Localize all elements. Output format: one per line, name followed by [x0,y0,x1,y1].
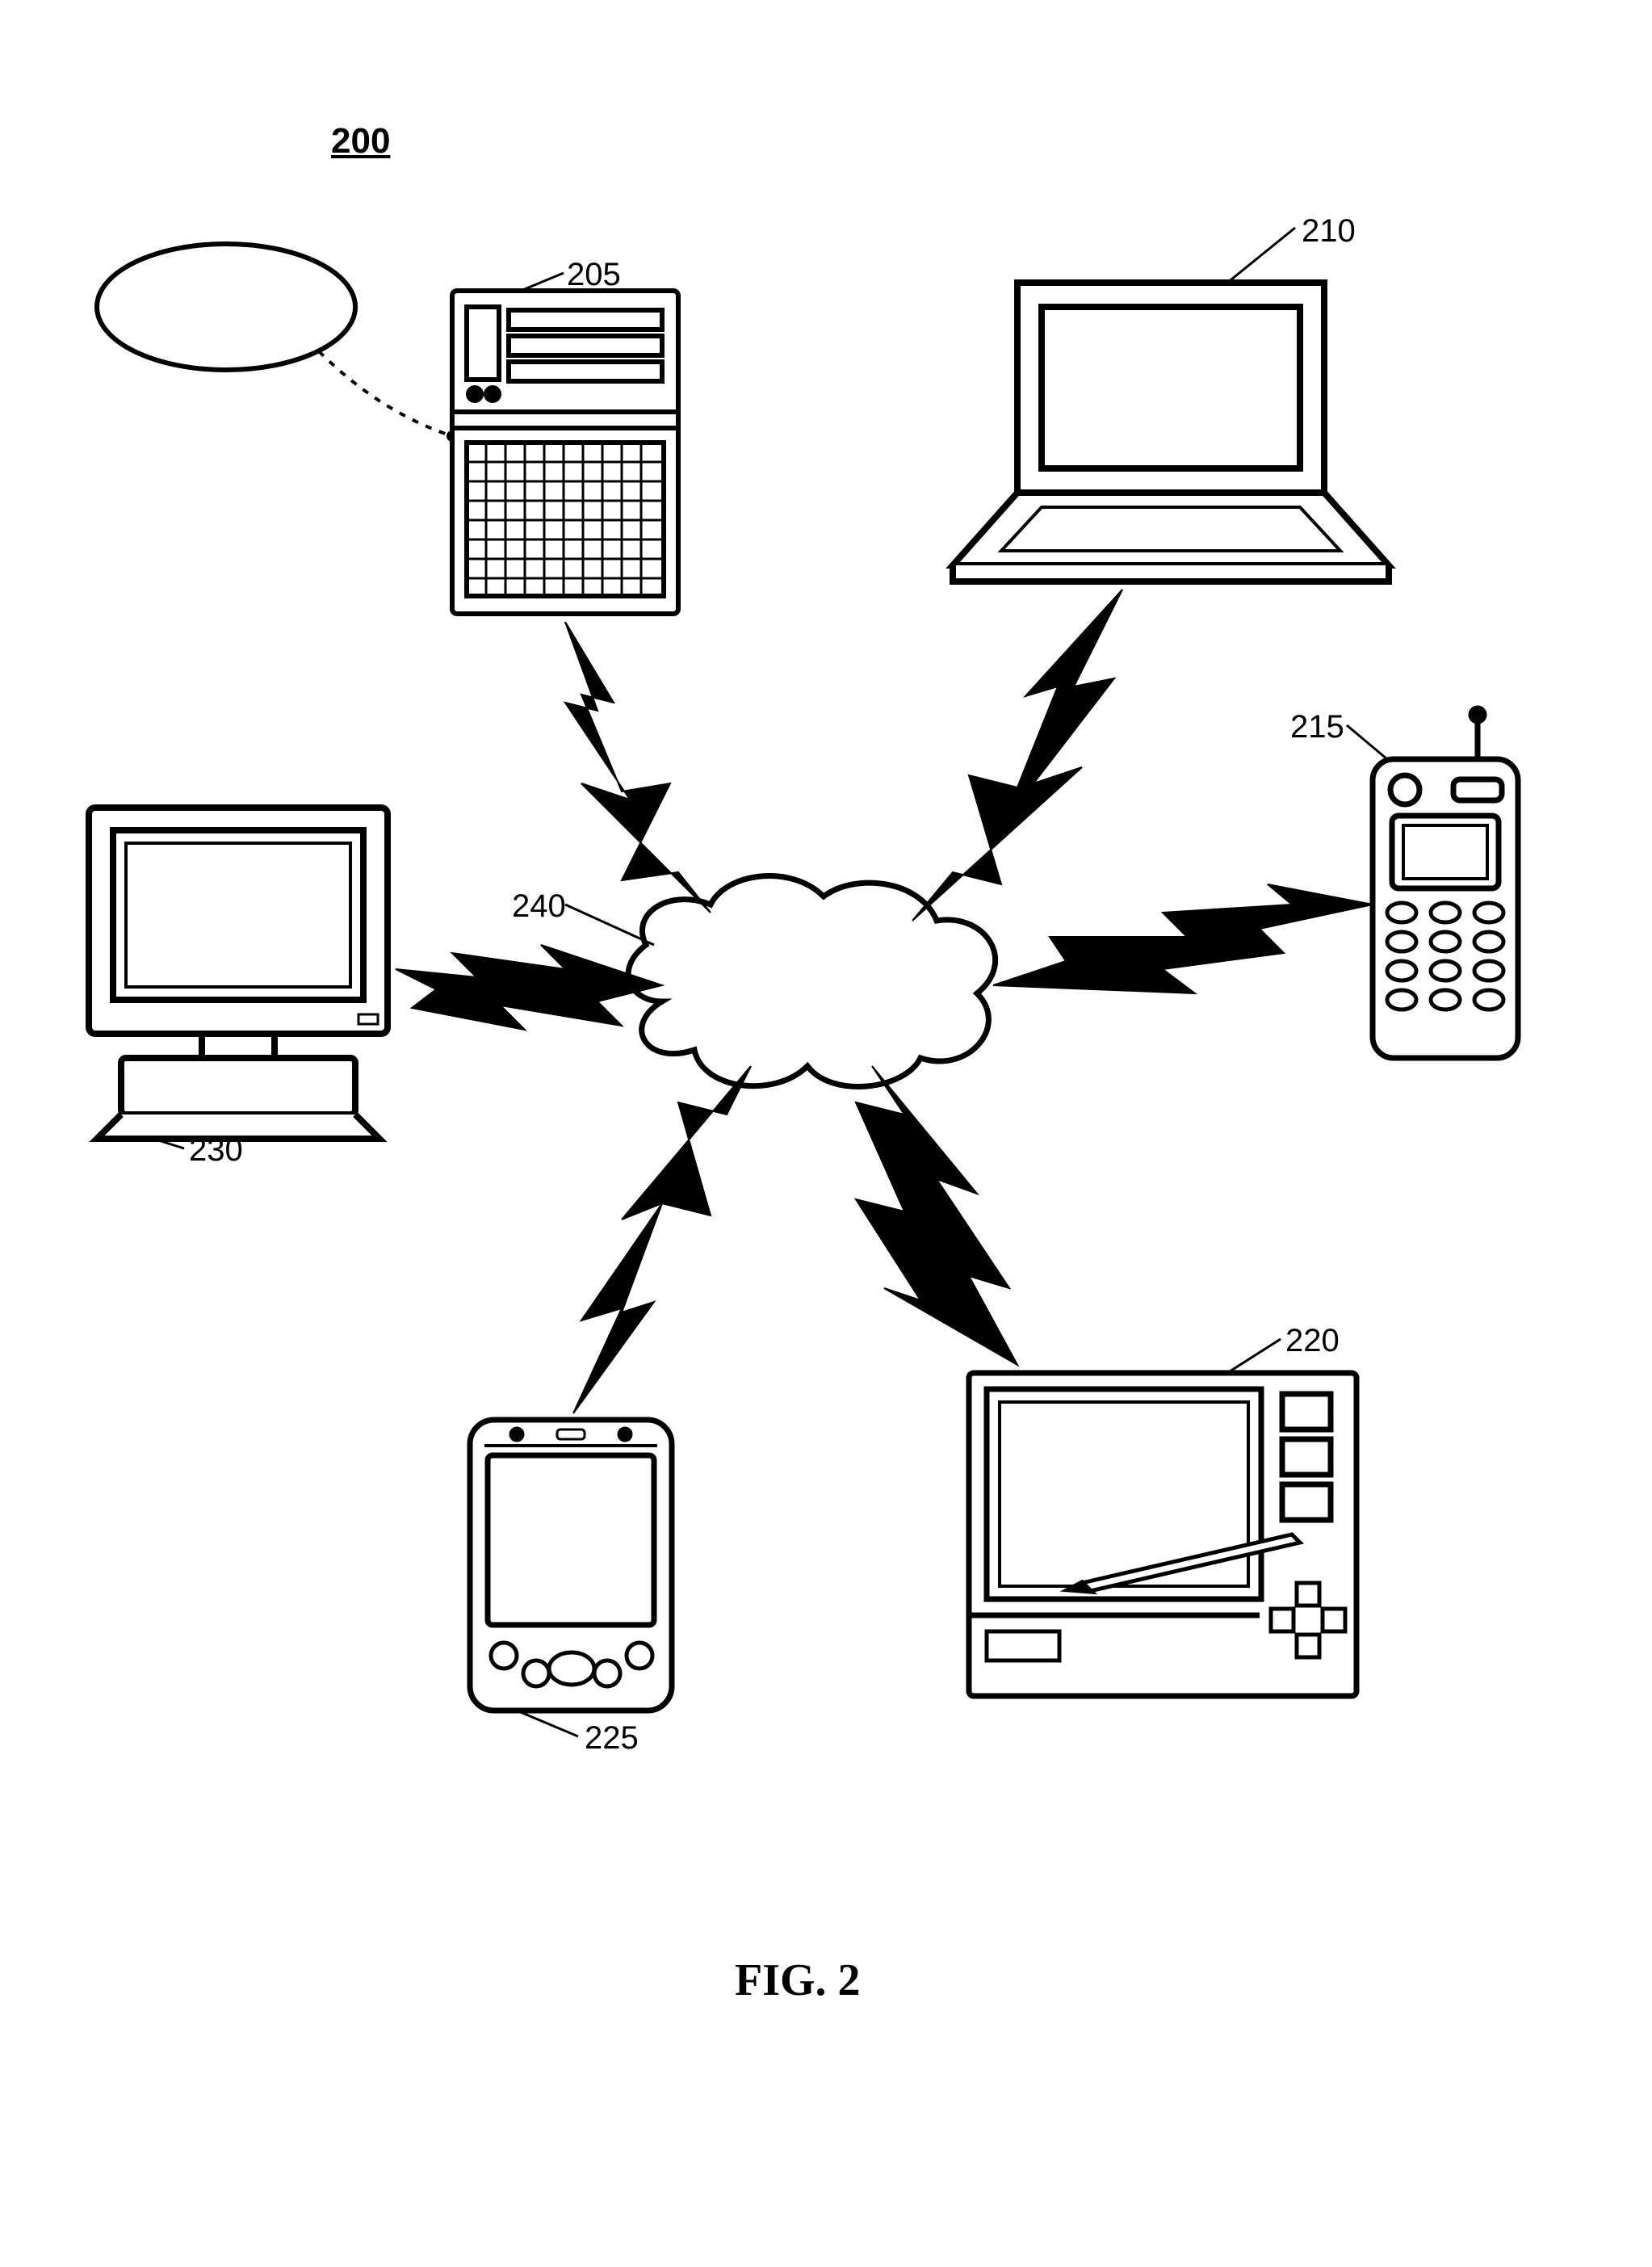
tablet-pc-icon [969,1339,1356,1696]
patent-figure: 200 205 210 215 220 225 230 240 Content … [0,0,1652,2267]
pda-icon [470,1420,672,1736]
laptop-icon [953,228,1389,581]
desktop-icon [89,808,388,1148]
diagram-svg [0,0,1652,2267]
phone-icon [1347,708,1518,1058]
server-icon [452,273,678,614]
content-ellipse [97,244,458,442]
